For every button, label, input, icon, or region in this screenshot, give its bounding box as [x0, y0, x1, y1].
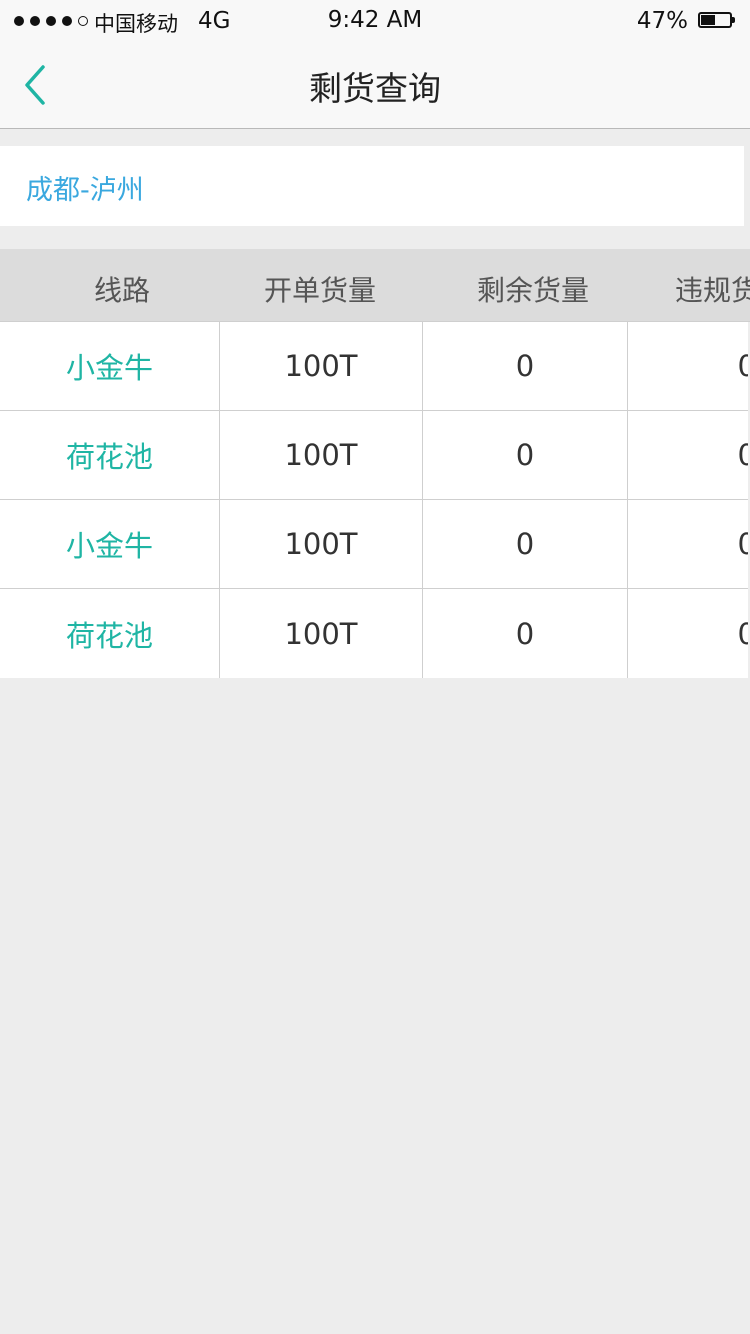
- violation-volume-value: 0: [737, 616, 748, 651]
- navigation-bar: 剩货查询: [0, 42, 750, 129]
- violation-volume-cell: 0: [628, 500, 748, 588]
- page-title: 剩货查询: [309, 69, 441, 108]
- table-body: 小金牛 100T 0 0 荷花池 100T 0 0 小金牛 100T 0 0 荷…: [0, 322, 748, 678]
- column-header-remaining-volume: 剩余货量: [477, 274, 590, 307]
- column-header-opened-volume: 开单货量: [264, 274, 377, 307]
- route-selector[interactable]: 成都-泸州: [0, 146, 744, 226]
- opened-volume-cell: 100T: [220, 322, 423, 410]
- table-header: 线路 开单货量 剩余货量 违规货: [0, 249, 750, 322]
- back-button[interactable]: [14, 58, 62, 112]
- violation-volume-cell: 0: [628, 589, 748, 678]
- opened-volume-cell: 100T: [220, 411, 423, 499]
- remaining-volume-cell: 0: [423, 500, 628, 588]
- remaining-volume-cell: 0: [423, 411, 628, 499]
- table-row[interactable]: 荷花池 100T 0 0: [0, 589, 748, 678]
- route-label: 成都-泸州: [26, 175, 144, 206]
- remaining-volume-cell: 0: [423, 322, 628, 410]
- route-cell: 小金牛: [0, 500, 220, 588]
- battery-icon: [698, 12, 735, 28]
- battery-nub: [732, 17, 735, 23]
- remaining-cargo-table: 线路 开单货量 剩余货量 违规货 小金牛 100T 0 0 荷花池 100T 0…: [0, 249, 750, 678]
- route-cell: 荷花池: [0, 411, 220, 499]
- page: 中国移动 4G 9:42 AM 47% 剩货查询 成都-泸州 线路 开单货量 剩…: [0, 0, 750, 1334]
- opened-volume-cell: 100T: [220, 589, 423, 678]
- remaining-volume-cell: 0: [423, 589, 628, 678]
- column-header-route: 线路: [94, 274, 151, 307]
- table-row[interactable]: 小金牛 100T 0 0: [0, 322, 748, 411]
- violation-volume-value: 0: [737, 527, 748, 561]
- violation-volume-cell: 0: [628, 411, 748, 499]
- chevron-left-icon: [25, 65, 45, 105]
- violation-volume-value: 0: [737, 438, 748, 472]
- table-row[interactable]: 小金牛 100T 0 0: [0, 500, 748, 589]
- violation-volume-value: 0: [737, 349, 748, 383]
- violation-volume-cell: 0: [628, 322, 748, 410]
- battery-percentage: 47%: [636, 8, 688, 34]
- route-cell: 荷花池: [0, 589, 220, 678]
- status-bar: 中国移动 4G 9:42 AM 47%: [0, 0, 750, 42]
- route-cell: 小金牛: [0, 322, 220, 410]
- column-header-violation-volume: 违规货: [675, 274, 750, 307]
- opened-volume-cell: 100T: [220, 500, 423, 588]
- battery-fill: [701, 15, 716, 25]
- table-row[interactable]: 荷花池 100T 0 0: [0, 411, 748, 500]
